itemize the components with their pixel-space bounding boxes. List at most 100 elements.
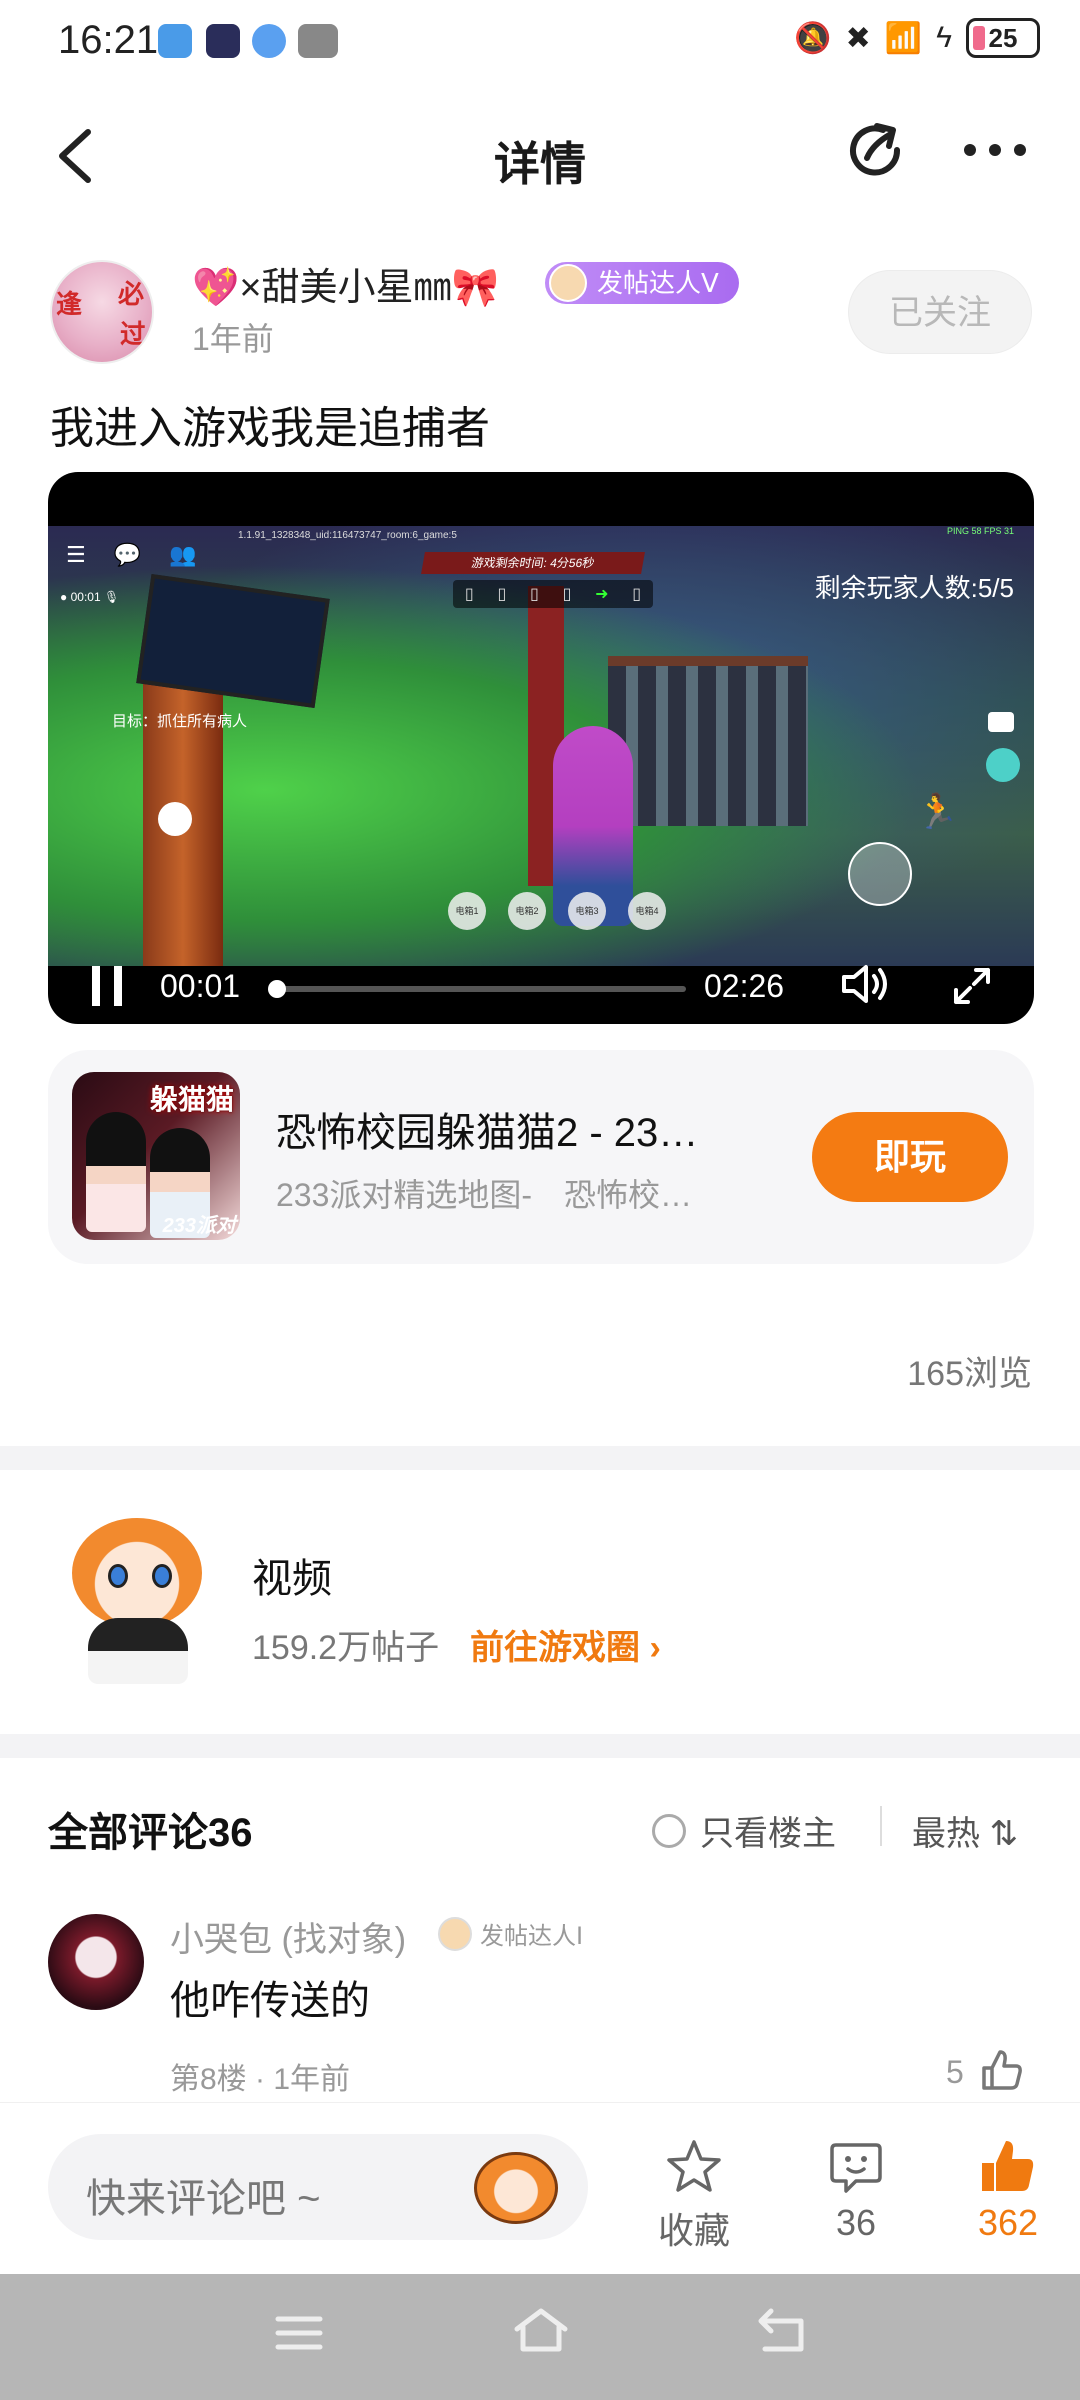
scene-shelf — [608, 656, 808, 826]
game-name[interactable]: 恐怖校园躲猫猫2 - 23… — [276, 1100, 776, 1158]
elec-box-3: 电箱3 — [568, 892, 606, 930]
video-hud-fps: PING 58 FPS 31 — [946, 526, 1014, 536]
video-game-icons: ☰ 💬 👥 — [66, 542, 197, 568]
fullscreen-button[interactable] — [950, 964, 994, 1018]
comment-button[interactable]: 36 — [796, 2134, 916, 2244]
video-controls: 00:01 02:26 — [48, 952, 1034, 1024]
like-button[interactable]: 362 — [948, 2134, 1068, 2244]
avatar-decoration: 逢 — [56, 289, 83, 319]
elec-box-4: 电箱4 — [628, 892, 666, 930]
menu-icon: ☰ — [66, 542, 86, 567]
volume-button[interactable] — [840, 962, 892, 1016]
comment-input-placeholder[interactable]: 快来评论吧 ~ — [86, 2166, 320, 2224]
video-rec-indicator: ● 00:01 🎙 — [60, 590, 120, 604]
app-notification-icon — [158, 24, 192, 58]
game-icon-character — [86, 1112, 146, 1232]
video-electric-boxes: 电箱1 电箱2 电箱3 电箱4 — [448, 892, 666, 930]
door-icon: ▯ — [464, 586, 474, 603]
badge-icon — [549, 264, 587, 302]
sprint-icon: 🏃 — [916, 793, 959, 831]
chat-bubble-icon: 💬 — [113, 542, 142, 567]
app-notification-icon — [252, 24, 286, 58]
comment-like-button[interactable] — [980, 2048, 1024, 2092]
video-players-left: 剩余玩家人数:5/5 — [814, 573, 1014, 603]
door-icon: ▯ — [562, 586, 572, 603]
circle-post-count: 159.2万帖子 — [252, 1629, 440, 1667]
game-icon[interactable]: 躲猫猫 233派对 — [72, 1072, 240, 1240]
status-time: 16:21 — [58, 18, 159, 62]
comment-like-count: 5 — [946, 2054, 964, 2090]
badge-icon — [438, 1916, 472, 1951]
game-icon-title: 躲猫猫 — [149, 1084, 234, 1115]
commenter-name[interactable]: 小哭包 (找对象) — [170, 1912, 406, 1961]
share-icon — [850, 123, 901, 176]
game-icon-sub: 233派对 — [162, 1215, 236, 1237]
pause-button[interactable] — [92, 966, 122, 1006]
post-title: 我进入游戏我是追捕者 — [50, 404, 490, 453]
video-player[interactable]: 1.1.91_1328348_uid:116473747_room:6_game… — [48, 472, 1034, 1024]
avatar-decoration: 必 — [118, 279, 145, 309]
circle-name[interactable]: 视频 — [252, 1546, 332, 1604]
mascot-eye — [152, 1564, 172, 1588]
return-icon — [758, 2308, 804, 2352]
video-progress-bar[interactable] — [276, 986, 686, 992]
mute-icon: 🔕 — [794, 21, 832, 55]
commenter-badge-label: 发帖达人Ⅰ — [480, 1923, 584, 1950]
mascot-body — [88, 1618, 188, 1684]
comment-icon — [796, 2134, 916, 2200]
game-description: 233派对精选地图- 恐怖校… — [276, 1177, 693, 1213]
comment-text: 他咋传送的 — [170, 1979, 370, 2023]
video-progress-knob[interactable] — [268, 980, 286, 998]
menu-icon — [275, 2316, 323, 2350]
section-divider — [0, 1446, 1080, 1470]
author-name[interactable]: 💖×甜美小星㎜🎀 — [192, 256, 499, 311]
video-goal-text: 目标：抓住所有病人 — [112, 713, 248, 730]
video-total-time: 02:26 — [704, 968, 785, 1004]
wifi-icon: 📶 — [884, 21, 923, 55]
avatar-decoration: 过 — [120, 319, 147, 349]
app-notification-icon — [298, 24, 338, 58]
author-badge: 发帖达人Ⅴ — [545, 262, 739, 304]
comments-title: 全部评论36 — [48, 1811, 253, 1855]
video-hud-info: 1.1.91_1328348_uid:116473747_room:6_game… — [238, 530, 457, 541]
commenter-badge: 发帖达人Ⅰ — [438, 1916, 583, 1951]
top-app-bar: 详情 — [0, 100, 1080, 210]
rec-time: 00:01 — [70, 590, 101, 604]
mascot-eye — [108, 1564, 128, 1588]
app-notification-icon — [206, 24, 240, 58]
friends-icon: 👥 — [169, 542, 197, 567]
play-now-button[interactable]: 即玩 — [812, 1112, 1008, 1202]
collect-button[interactable]: 收藏 — [634, 2134, 754, 2254]
system-nav-bar — [0, 2274, 1080, 2400]
battery-icon: 25 — [966, 18, 1040, 58]
battery-level: 25 — [988, 22, 1018, 53]
thumbs-up-filled-icon — [948, 2134, 1068, 2200]
shuriken-skill-icon — [848, 842, 912, 906]
back-nav-button[interactable] — [746, 2304, 816, 2370]
share-button[interactable] — [845, 120, 909, 184]
fullscreen-icon — [954, 968, 990, 1004]
more-button[interactable] — [960, 130, 1030, 170]
only-op-toggle[interactable]: 只看楼主 — [652, 1806, 836, 1855]
sort-toggle[interactable]: 最热 ⇅ — [912, 1806, 1032, 1855]
video-current-time: 00:01 — [160, 968, 241, 1004]
volume-icon — [842, 965, 887, 1003]
status-bar: 16:21 🔕 ✖ 📶 ϟ 25 — [0, 0, 1080, 84]
arrow-right-icon: ➜ — [595, 586, 609, 603]
video-game-timer: 游戏剩余时间: 4分56秒 — [421, 552, 645, 574]
post-time: 1年前 — [192, 321, 274, 357]
only-op-label: 只看楼主 — [700, 1815, 836, 1853]
go-to-circle-link[interactable]: 前往游戏圈 › — [470, 1620, 661, 1669]
mascot-head — [72, 1518, 202, 1628]
follow-button[interactable]: 已关注 — [848, 270, 1032, 354]
commenter-avatar[interactable] — [48, 1914, 144, 2010]
thumbs-up-icon — [982, 2050, 1022, 2090]
circle-mascot-image[interactable] — [48, 1510, 224, 1686]
radio-icon — [652, 1813, 686, 1848]
home-button[interactable] — [506, 2304, 576, 2370]
mascot-emoji-icon[interactable] — [474, 2152, 558, 2224]
author-avatar[interactable]: 逢 必 过 — [50, 260, 154, 364]
recent-apps-button[interactable] — [264, 2304, 334, 2370]
view-count: 165浏览 — [907, 1355, 1032, 1393]
collect-label: 收藏 — [657, 2210, 730, 2251]
